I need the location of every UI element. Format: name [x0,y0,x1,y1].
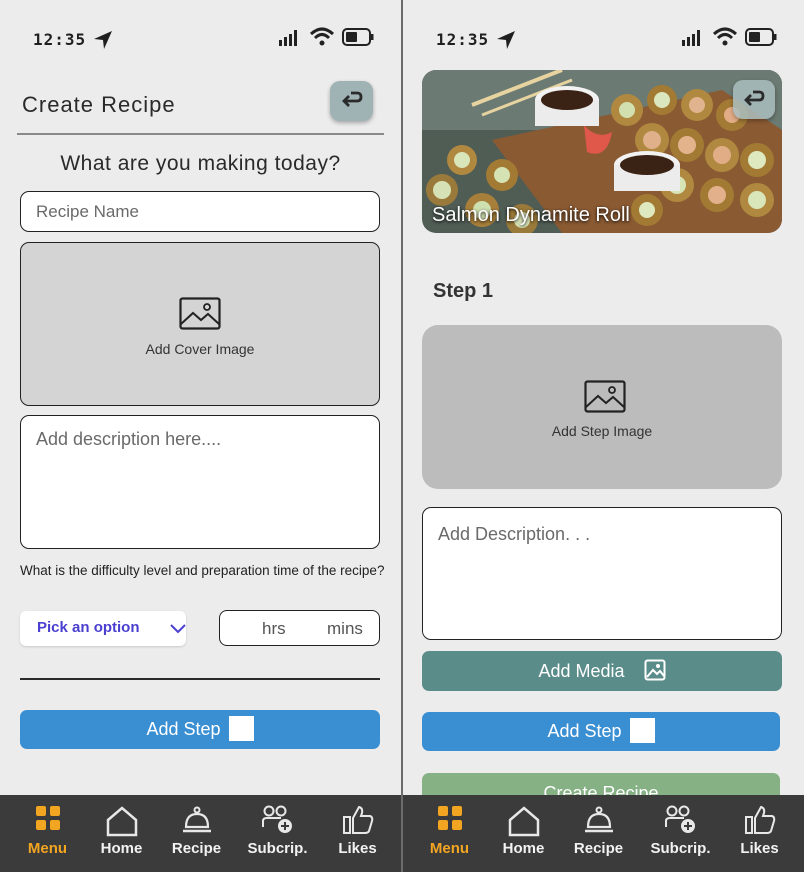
tab-likes[interactable]: Likes [722,795,797,872]
tab-subscriptions[interactable]: Subcrip. [240,795,315,872]
status-time: 12:35 [33,30,87,49]
status-time: 12:35 [436,30,490,49]
status-bar: 12:35 [0,0,401,80]
add-step-button[interactable]: Add Step [422,712,780,751]
square-icon [629,718,655,744]
tab-label: Menu [429,840,470,857]
back-button[interactable] [733,80,775,119]
cover-image-label: Add Cover Image [145,341,255,357]
recipe-name-placeholder: Recipe Name [36,202,139,221]
tab-recipe[interactable]: Recipe [159,795,234,872]
recipe-title: Salmon Dynamite Roll [432,204,630,226]
grid-icon [437,806,462,830]
description-textarea[interactable]: Add description here.... [20,415,380,549]
signal-icon [279,30,297,46]
tab-menu[interactable]: Menu [10,795,85,872]
tab-label: Likes [338,840,377,857]
difficulty-question: What is the difficulty level and prepara… [20,563,385,578]
signal-icon [682,30,700,46]
tab-label: Recipe [573,840,624,857]
recipe-cover-image: Salmon Dynamite Roll [422,70,782,233]
add-media-button[interactable]: Add Media [422,651,782,691]
screens: 12:35 Create Recipe What are you making … [0,0,804,872]
step-description-textarea[interactable]: Add Description. . . [422,507,782,640]
media-icon [644,659,666,681]
battery-icon [342,28,374,46]
difficulty-select-label: Pick an option [37,619,140,636]
create-recipe-screen: 12:35 Create Recipe What are you making … [0,0,401,872]
battery-icon [745,28,777,46]
image-icon [584,380,626,413]
home-icon [508,806,539,837]
thumbs-up-icon [342,805,373,834]
wifi-icon [309,27,335,46]
minutes-field[interactable]: mins [327,619,363,639]
image-icon [179,297,221,330]
return-arrow-icon [744,90,765,106]
add-user-icon [664,805,695,833]
tab-likes[interactable]: Likes [320,795,395,872]
tab-recipe[interactable]: Recipe [561,795,636,872]
tab-label: Home [502,840,545,857]
description-placeholder: Add description here.... [36,429,222,449]
tab-subscriptions[interactable]: Subcrip. [643,795,718,872]
tab-label: Recipe [171,840,222,857]
tab-bar: Menu Home Recipe Subcrip. Likes [0,795,401,872]
add-user-icon [261,805,292,833]
page-title: Create Recipe [22,92,176,117]
thumbs-up-icon [744,805,775,834]
tab-label: Home [100,840,143,857]
step-heading: Step 1 [433,280,494,302]
add-media-label: Add Media [538,661,625,681]
tab-label: Likes [740,840,779,857]
hours-field[interactable]: hrs [262,619,286,639]
location-arrow-icon [94,31,112,49]
add-step-label: Add Step [146,719,221,739]
chevron-down-icon [170,624,186,634]
step-image-label: Add Step Image [551,423,653,439]
add-step-label: Add Step [547,721,622,741]
tab-menu[interactable]: Menu [412,795,487,872]
add-step-screen: 12:35 Salmon Dynamite Roll Step 1 Add St… [403,0,804,872]
tab-label: Subcrip. [247,840,308,857]
status-bar: 12:35 [403,0,804,80]
return-arrow-icon [341,91,362,107]
tab-home[interactable]: Home [84,795,159,872]
tab-bar: Menu Home Recipe Subcrip. Likes [403,795,804,872]
step-image-upload[interactable]: Add Step Image [422,325,782,489]
prep-time-input[interactable]: hrs mins [219,610,380,646]
back-button[interactable] [330,81,373,121]
home-icon [106,806,137,837]
tab-label: Menu [27,840,68,857]
tab-home[interactable]: Home [486,795,561,872]
wifi-icon [712,27,738,46]
tab-label: Subcrip. [650,840,711,857]
recipe-name-input[interactable]: Recipe Name [20,191,380,232]
grid-icon [35,806,60,830]
prompt-heading: What are you making today? [60,152,341,175]
cover-image-upload[interactable]: Add Cover Image [20,242,380,406]
title-divider [17,133,384,135]
square-icon [228,716,254,742]
cloche-icon [584,806,613,833]
section-divider [20,678,380,680]
step-description-placeholder: Add Description. . . [438,524,591,544]
cloche-icon [182,806,211,833]
add-step-button[interactable]: Add Step [20,710,380,749]
location-arrow-icon [497,31,515,49]
difficulty-select[interactable]: Pick an option [20,611,186,646]
